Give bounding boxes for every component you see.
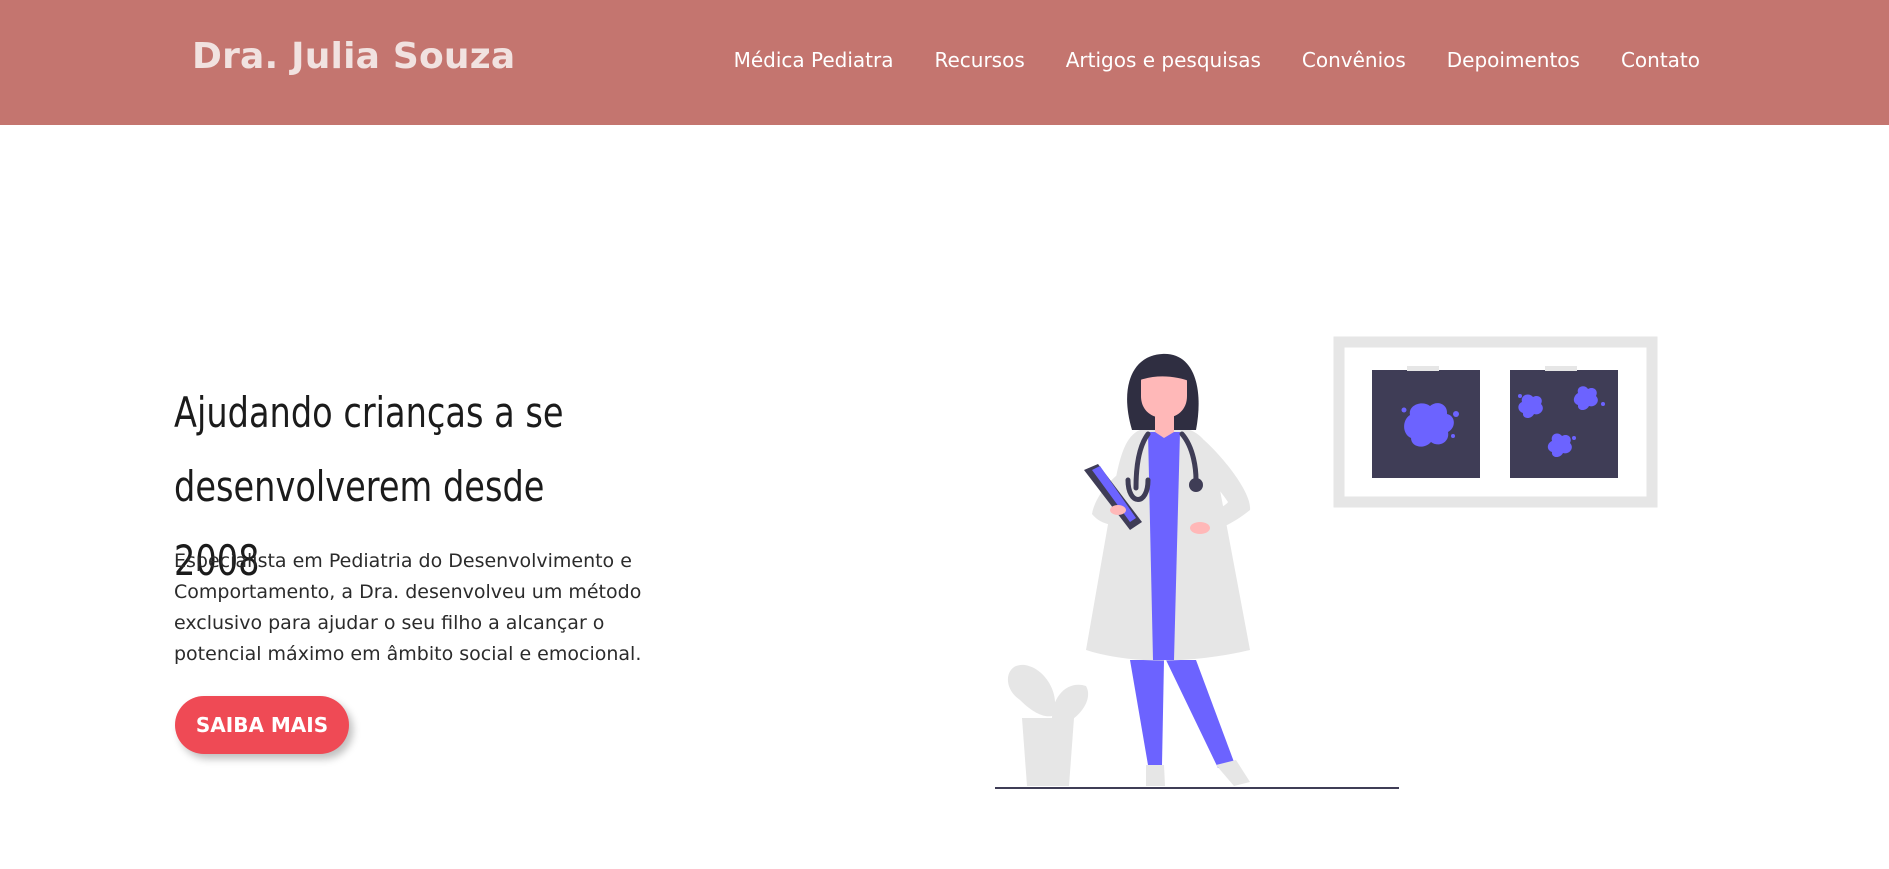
nav-recursos[interactable]: Recursos <box>934 48 1024 72</box>
nav-contato[interactable]: Contato <box>1621 48 1700 72</box>
brand-logo[interactable]: Dra. Julia Souza <box>192 36 515 77</box>
xray-frame <box>1333 336 1658 508</box>
nav-artigos-e-pesquisas[interactable]: Artigos e pesquisas <box>1066 48 1261 72</box>
hero-description-line-4: potencial máximo em âmbito social e emoc… <box>174 643 642 665</box>
hero-description-line-1: Especialista em Pediatria do Desenvolvim… <box>174 550 632 572</box>
hero-title-line-1: Ajudando crianças a se <box>174 388 564 437</box>
nav-convenios[interactable]: Convênios <box>1302 48 1406 72</box>
hero-description-line-2: Comportamento, a Dra. desenvolveu um mét… <box>174 581 642 603</box>
hero-description: Especialista em Pediatria do Desenvolvim… <box>174 546 664 670</box>
plant-illustration <box>1007 664 1089 786</box>
site-header: Dra. Julia Souza Médica Pediatra Recurso… <box>0 0 1889 125</box>
saiba-mais-button[interactable]: SAIBA MAIS <box>175 696 349 754</box>
nav-medica-pediatra[interactable]: Médica Pediatra <box>734 48 894 72</box>
doctor-figure <box>1084 353 1251 786</box>
hero-description-line-3: exclusivo para ajudar o seu filho a alca… <box>174 612 605 634</box>
main-nav: Médica Pediatra Recursos Artigos e pesqu… <box>734 48 1700 72</box>
nav-depoimentos[interactable]: Depoimentos <box>1447 48 1580 72</box>
doctor-illustration <box>995 336 1658 789</box>
